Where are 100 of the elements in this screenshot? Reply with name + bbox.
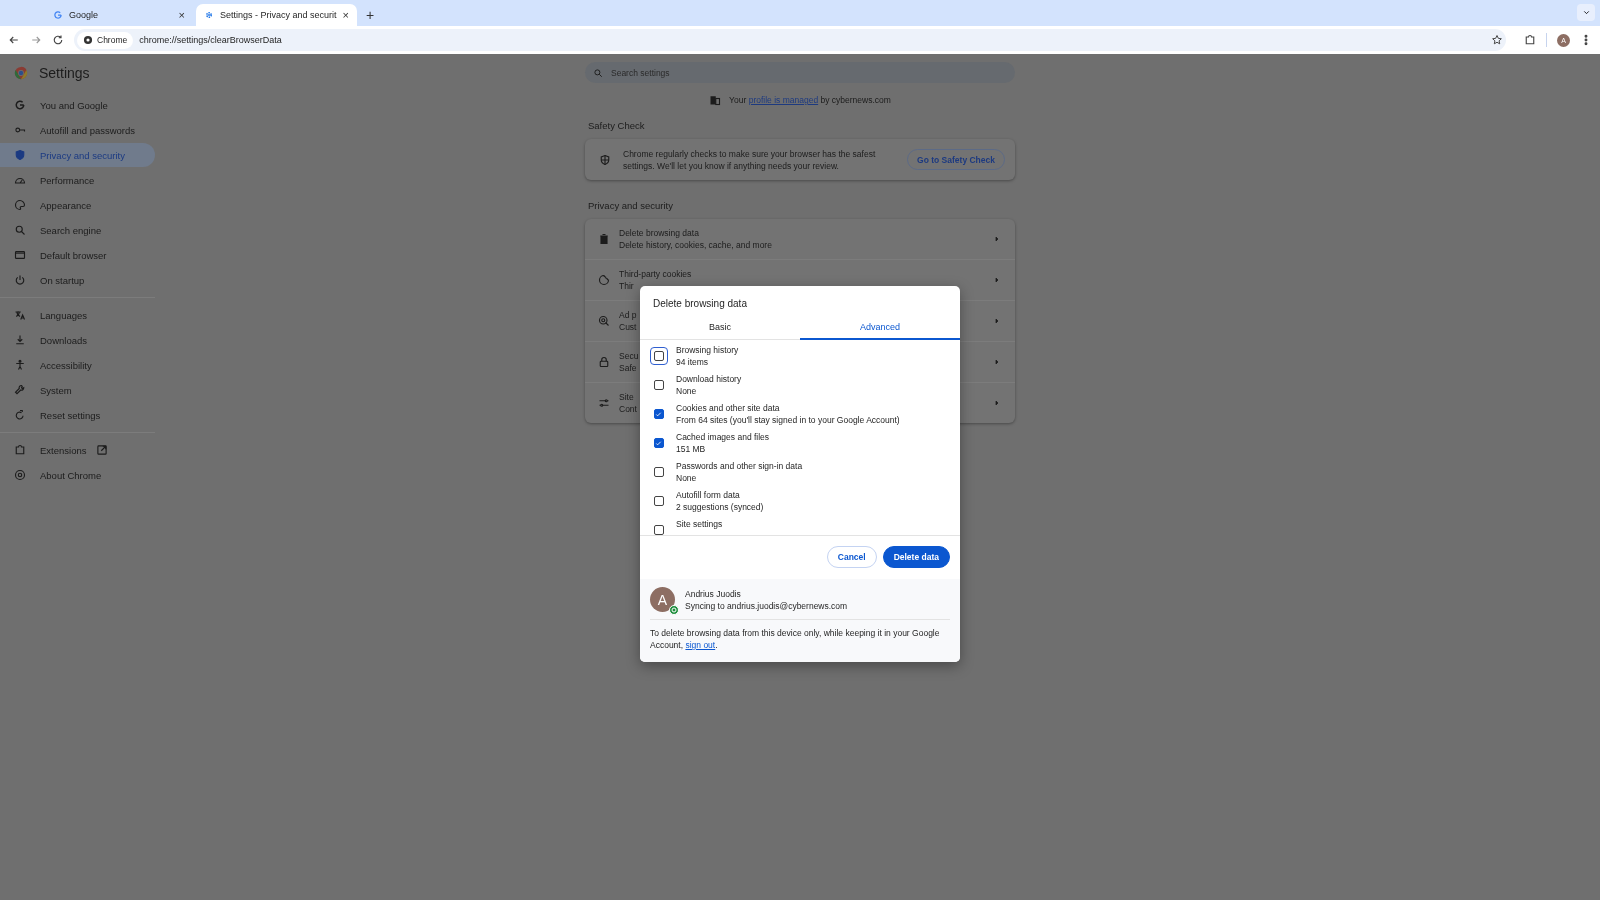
search-input[interactable]: Search settings	[609, 66, 1007, 79]
gear-icon	[204, 10, 214, 20]
target-icon	[598, 315, 610, 327]
cookie-icon	[598, 274, 610, 286]
back-button[interactable]	[8, 34, 20, 46]
sidebar-item[interactable]: Downloads	[0, 328, 155, 352]
item-detail: 2 suggestions (synced)	[676, 501, 764, 513]
sidebar-item[interactable]: Accessibility	[0, 353, 155, 377]
checkbox[interactable]	[653, 351, 664, 361]
sidebar-item[interactable]: Privacy and security	[0, 143, 155, 167]
row-subtitle: Delete history, cookies, cache, and more	[619, 239, 772, 251]
browser-logo-icon	[83, 35, 93, 45]
dialog-tab[interactable]: Advanced	[800, 318, 960, 340]
checkbox-label: Cookies and other site data	[676, 402, 781, 414]
checkbox[interactable]	[653, 438, 664, 448]
row-title: Third-party cookies	[619, 268, 692, 280]
check-icon	[655, 439, 662, 447]
translate-icon	[14, 309, 26, 321]
managed-notice: Your profile is managed by cybernews.com	[729, 95, 891, 105]
new-tab-button[interactable]: +	[366, 6, 375, 23]
row-subtitle: Cont	[619, 403, 637, 415]
item-detail: From 64 sites (you'll stay signed in to your Google Account)	[676, 414, 900, 426]
sidebar-item[interactable]: About Chrome	[0, 463, 155, 487]
sidebar-item[interactable]: You and Google	[0, 93, 155, 117]
page-title: Settings	[39, 65, 90, 81]
row-title: Delete browsing data	[619, 227, 699, 239]
item-detail: None	[676, 385, 698, 397]
checkbox-label: Passwords and other sign-in data	[676, 460, 803, 472]
row-subtitle: Thir	[619, 280, 634, 292]
arrow-right-icon	[30, 34, 42, 46]
address-bar[interactable]: Chrome chrome://settings/clearBrowserData	[74, 29, 1506, 51]
checkbox[interactable]	[653, 409, 664, 419]
sidebar-item[interactable]: Search engine	[0, 218, 155, 242]
forward-button[interactable]	[30, 34, 42, 46]
profile-link[interactable]: profile is managed	[748, 95, 819, 105]
checkbox[interactable]	[653, 467, 664, 477]
sidebar-item[interactable]: Reset settings	[0, 403, 155, 427]
dialog-tab[interactable]: Basic	[640, 318, 800, 340]
item-detail: 94 items	[676, 356, 710, 368]
checkbox-label: Autofill form data	[676, 489, 741, 501]
reload-icon	[52, 34, 64, 46]
sync-badge-icon	[669, 605, 679, 615]
chrome-logo-icon	[14, 66, 28, 80]
checkbox-label: Download history	[676, 373, 742, 385]
reset-icon	[14, 409, 26, 421]
account-name: Andrius Juodis	[685, 587, 742, 600]
delete-data-button[interactable]: Delete data	[882, 546, 950, 568]
sidebar-item[interactable]: Autofill and passwords	[0, 118, 155, 142]
sidebar-item[interactable]: Languages	[0, 303, 155, 327]
checkbox[interactable]	[653, 380, 664, 390]
sidebar-item[interactable]: System	[0, 378, 155, 402]
arrow-left-icon	[8, 34, 20, 46]
caret-right-icon	[993, 317, 1001, 325]
browser-logo-icon	[14, 469, 26, 481]
caret-right-icon	[993, 358, 1001, 366]
settings-row[interactable]: Delete browsing data Delete history, cookies, cache, and more	[585, 219, 1015, 259]
item-detail: None	[676, 472, 698, 484]
checkbox[interactable]	[653, 496, 664, 506]
reload-button[interactable]	[52, 34, 64, 46]
search-icon	[593, 67, 603, 78]
power-icon	[14, 274, 26, 286]
sign-out-note: To delete browsing data from this device only, while keeping it in your Google Account, sign out.	[650, 627, 941, 651]
sidebar-item[interactable]: Appearance	[0, 193, 155, 217]
item-detail: 151 MB	[676, 443, 707, 455]
row-title: Secu	[619, 350, 639, 362]
close-icon[interactable]: ×	[178, 9, 185, 21]
shield-icon	[14, 149, 26, 161]
shield-icon	[599, 153, 611, 166]
site-chip[interactable]: Chrome	[77, 31, 134, 49]
section-heading: Safety Check	[588, 120, 646, 131]
row-subtitle: Cust	[619, 321, 637, 333]
cancel-button[interactable]: Cancel	[826, 546, 877, 568]
caret-right-icon	[993, 235, 1001, 243]
sidebar-item[interactable]: Extensions	[0, 438, 155, 462]
row-subtitle: Safe	[619, 362, 637, 374]
row-title: Ad p	[619, 309, 637, 321]
sidebar-item[interactable]: On startup	[0, 268, 155, 292]
window-icon	[14, 249, 26, 261]
checkbox-label: Browsing history	[676, 344, 739, 356]
checkbox[interactable]	[653, 525, 664, 535]
browser-tab[interactable]: Settings - Privacy and securit ×	[196, 4, 357, 26]
palette-icon	[14, 199, 26, 211]
external-link-icon	[96, 444, 109, 456]
browser-tab[interactable]: Google ×	[45, 4, 193, 26]
sidebar-item[interactable]: Default browser	[0, 243, 155, 267]
bookmark-button[interactable]	[1491, 34, 1503, 46]
g-logo-icon	[14, 99, 26, 111]
close-icon[interactable]: ×	[342, 9, 349, 21]
search-icon	[14, 224, 26, 236]
safety-check-text: Chrome regularly checks to make sure your browser has the safest settings. We'll let you know if anything needs your review.	[623, 147, 877, 172]
g-logo-icon	[53, 10, 63, 20]
star-icon	[1491, 34, 1503, 46]
chevron-down-icon	[1581, 8, 1591, 17]
dialog-title: Delete browsing data	[652, 297, 748, 311]
account-status: Syncing to andrius.juodis@cybernews.com	[685, 599, 848, 612]
download-icon	[14, 334, 26, 346]
search-field[interactable]: Search settings	[585, 62, 1015, 83]
sidebar-item[interactable]: Performance	[0, 168, 155, 192]
person-icon	[14, 359, 26, 371]
caret-right-icon	[993, 399, 1001, 407]
